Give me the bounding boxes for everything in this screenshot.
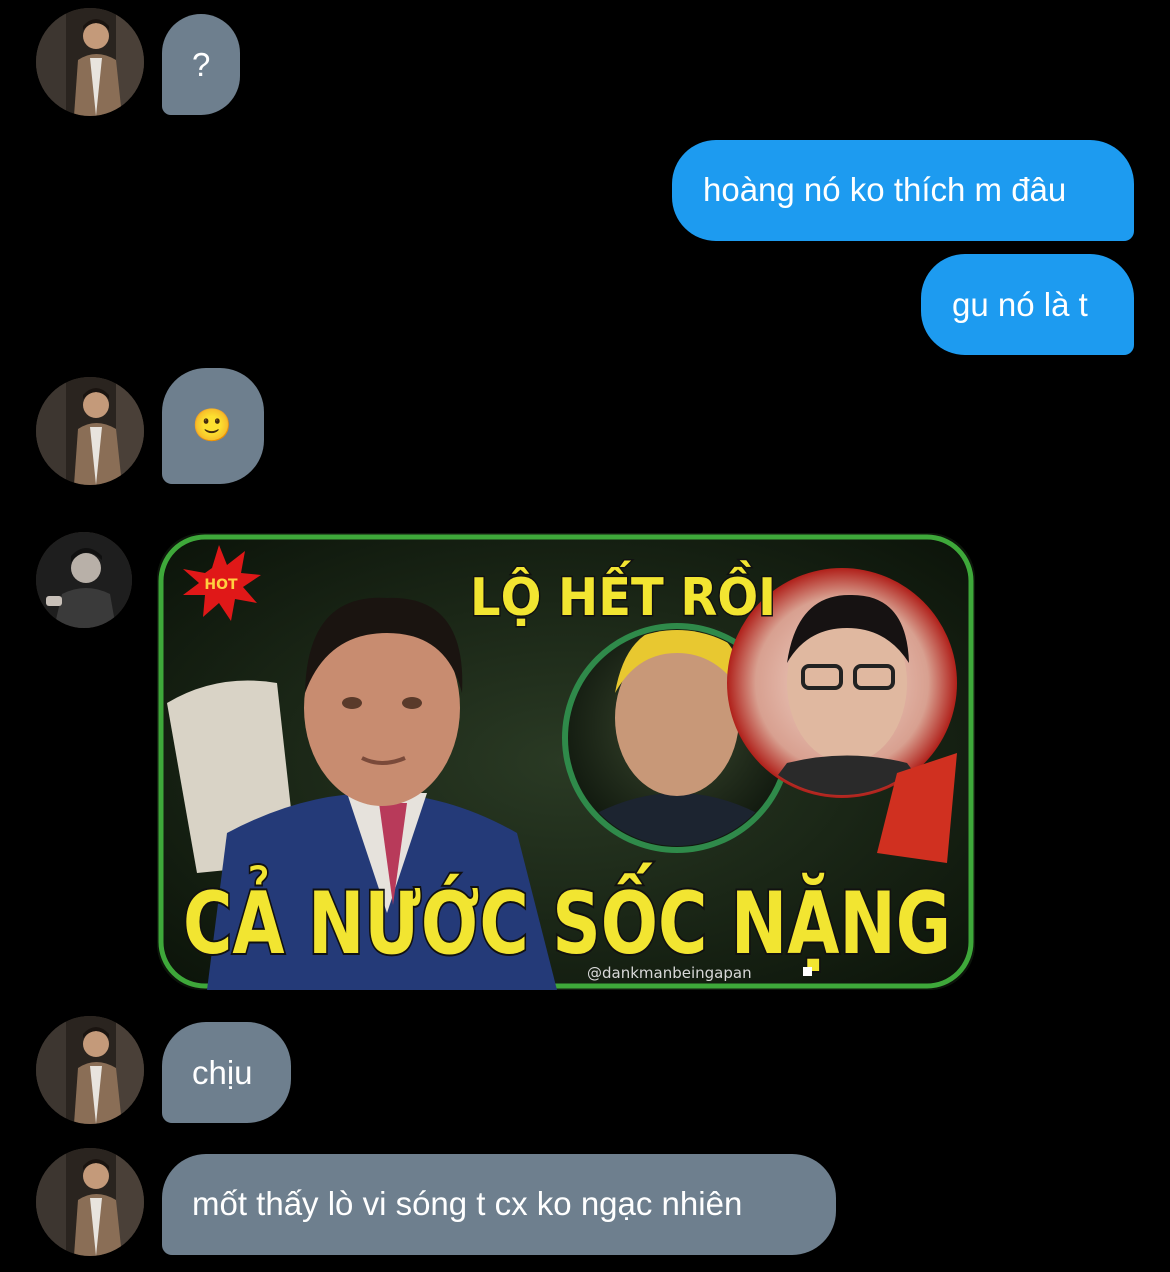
image-message[interactable]: HOT LỘ HẾT RỒI CẢ NƯỚC SỐC NẶNG @dankman… xyxy=(157,533,975,990)
person-avatar-icon xyxy=(36,532,132,628)
incoming-message-bubble[interactable]: ? xyxy=(162,14,240,115)
person-avatar-icon xyxy=(36,8,144,116)
message-text: mốt thấy lò vi sóng t cx ko ngạc nhiên xyxy=(192,1185,743,1222)
contact-avatar[interactable] xyxy=(36,532,132,628)
contact-avatar[interactable] xyxy=(36,8,144,116)
contact-avatar[interactable] xyxy=(36,377,144,485)
emoji-message: 🙂 xyxy=(192,406,232,444)
svg-text:HOT: HOT xyxy=(204,577,238,593)
message-text: gu nó là t xyxy=(952,286,1088,323)
incoming-message-bubble[interactable]: mốt thấy lò vi sóng t cx ko ngạc nhiên xyxy=(162,1154,836,1255)
news-thumbnail-image: HOT LỘ HẾT RỒI CẢ NƯỚC SỐC NẶNG @dankman… xyxy=(157,533,975,990)
message-text: chịu xyxy=(192,1054,253,1091)
message-text: hoàng nó ko thích m đâu xyxy=(703,171,1067,208)
person-avatar-icon xyxy=(36,1016,144,1124)
incoming-message-bubble[interactable]: chịu xyxy=(162,1022,291,1123)
watermark: @dankmanbeingapan xyxy=(587,964,752,982)
outgoing-message-bubble[interactable]: hoàng nó ko thích m đâu xyxy=(672,140,1134,241)
incoming-message-bubble[interactable]: 🙂 xyxy=(162,368,264,484)
contact-avatar[interactable] xyxy=(36,1148,144,1256)
person-avatar-icon xyxy=(36,1148,144,1256)
headline-top: LỘ HẾT RỒI xyxy=(470,560,776,628)
outgoing-message-bubble[interactable]: gu nó là t xyxy=(921,254,1134,355)
contact-avatar[interactable] xyxy=(36,1016,144,1124)
person-avatar-icon xyxy=(36,377,144,485)
tiktok-logo-icon xyxy=(803,967,812,976)
message-text: ? xyxy=(192,46,211,83)
headline-bottom: CẢ NƯỚC SỐC NẶNG xyxy=(183,862,951,974)
